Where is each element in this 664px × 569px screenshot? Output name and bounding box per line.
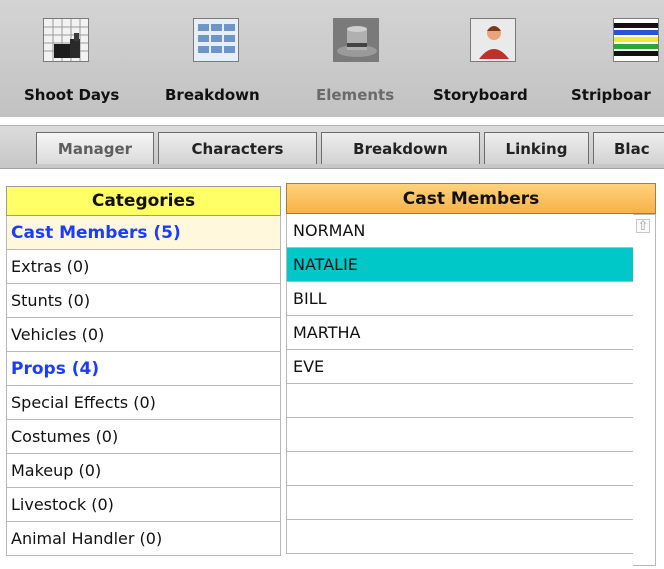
- cast-row-selected[interactable]: NATALIE: [286, 248, 635, 282]
- category-props[interactable]: Props (4): [6, 352, 281, 386]
- tab-bar: Manager Characters Breakdown Linking Bla…: [0, 117, 664, 177]
- main-toolbar: Shoot Days Breakdown Elements Storyboard…: [0, 0, 664, 118]
- cast-row[interactable]: EVE: [286, 350, 635, 384]
- toolbar-breakdown-label: Breakdown: [165, 86, 260, 104]
- categories-header: Categories: [6, 186, 281, 216]
- cast-row-empty[interactable]: [286, 520, 635, 554]
- cast-members-panel: Cast Members NORMAN NATALIE BILL MARTHA …: [286, 183, 656, 554]
- toolbar-storyboard-label: Storyboard: [433, 86, 528, 104]
- top-hat-icon: [333, 18, 379, 62]
- cast-row-empty[interactable]: [286, 452, 635, 486]
- category-makeup[interactable]: Makeup (0): [6, 454, 281, 488]
- calendar-icon: [43, 18, 89, 62]
- person-portrait-icon: [470, 18, 516, 62]
- cast-row-empty[interactable]: [286, 486, 635, 520]
- chevron-up-icon[interactable]: ⇧: [636, 219, 650, 234]
- category-stunts[interactable]: Stunts (0): [6, 284, 281, 318]
- tab-black[interactable]: Blac: [593, 132, 664, 164]
- tab-linking[interactable]: Linking: [484, 132, 589, 164]
- cast-row-empty[interactable]: [286, 384, 635, 418]
- category-costumes[interactable]: Costumes (0): [6, 420, 281, 454]
- category-extras[interactable]: Extras (0): [6, 250, 281, 284]
- category-livestock[interactable]: Livestock (0): [6, 488, 281, 522]
- breakdown-sheet-icon: [193, 18, 239, 62]
- tab-breakdown[interactable]: Breakdown: [321, 132, 480, 164]
- cast-row[interactable]: BILL: [286, 282, 635, 316]
- cast-list-scrollbar[interactable]: ⇧: [633, 214, 656, 566]
- category-special-effects[interactable]: Special Effects (0): [6, 386, 281, 420]
- toolbar-shoot-days-label: Shoot Days: [24, 86, 120, 104]
- tab-manager[interactable]: Manager: [36, 132, 154, 164]
- category-cast-members[interactable]: Cast Members (5): [6, 216, 281, 250]
- tab-characters[interactable]: Characters: [158, 132, 317, 164]
- category-animal-handler[interactable]: Animal Handler (0): [6, 522, 281, 556]
- cast-row-empty[interactable]: [286, 418, 635, 452]
- cast-row[interactable]: NORMAN: [286, 214, 635, 248]
- cast-members-header: Cast Members: [286, 183, 656, 214]
- category-vehicles[interactable]: Vehicles (0): [6, 318, 281, 352]
- toolbar-elements-label: Elements: [316, 86, 395, 104]
- categories-panel: Categories Cast Members (5) Extras (0) S…: [6, 186, 281, 556]
- cast-members-list: NORMAN NATALIE BILL MARTHA EVE: [286, 214, 635, 554]
- cast-row[interactable]: MARTHA: [286, 316, 635, 350]
- stripboard-icon: [613, 18, 659, 62]
- toolbar-stripboard-label: Stripboar: [571, 86, 651, 104]
